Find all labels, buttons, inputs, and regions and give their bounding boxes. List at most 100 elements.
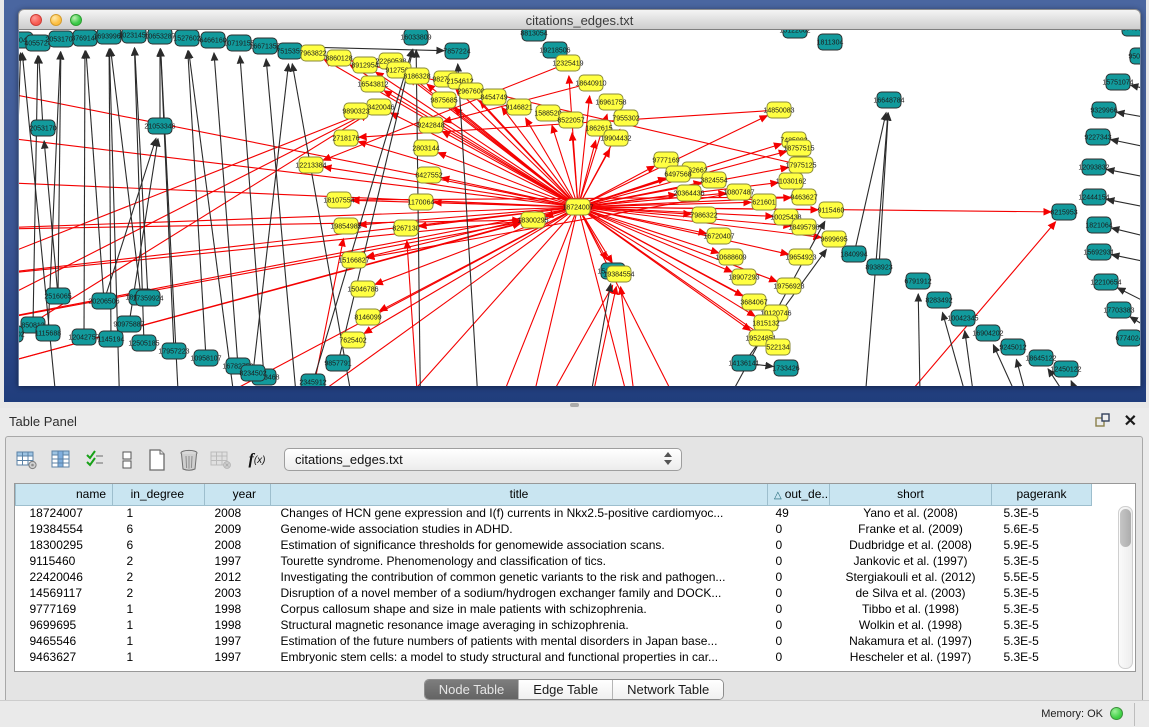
graph-node[interactable]: 9699695	[820, 231, 847, 247]
table-vertical-scrollbar[interactable]	[1118, 506, 1133, 669]
graph-node[interactable]: 9857791	[324, 355, 351, 371]
graph-node[interactable]: 12210654	[1090, 274, 1121, 290]
graph-node[interactable]: 1527602	[173, 30, 200, 46]
table-cell[interactable]: 0	[768, 521, 830, 537]
table-cell[interactable]: 9465546	[16, 633, 113, 649]
graph-node[interactable]: 2345912	[299, 374, 326, 386]
column-header-title[interactable]: title	[271, 484, 768, 505]
graph-node[interactable]: 15046786	[347, 281, 378, 297]
table-cell[interactable]: Wolkin et al. (1998)	[830, 617, 992, 633]
table-cell[interactable]: Hescheler et al. (1997)	[830, 649, 992, 665]
table-cell[interactable]: Tourette syndrome. Phenomenology and cla…	[271, 553, 768, 569]
graph-node[interactable]: 11030162	[776, 173, 807, 189]
graph-node[interactable]: 17703383	[1103, 302, 1134, 318]
table-cell[interactable]: Genome-wide association studies in ADHD.	[271, 521, 768, 537]
graph-node[interactable]: 16033809	[400, 30, 431, 45]
table-cell[interactable]: 5.3E-5	[992, 601, 1092, 617]
table-cell[interactable]: Disruption of a novel member of a sodium…	[271, 585, 768, 601]
table-cell[interactable]: 1997	[205, 633, 271, 649]
table-row[interactable]: 911546021997Tourette syndrome. Phenomeno…	[16, 553, 1092, 569]
network-graph-svg[interactable]: 9500422405572420531702376914616939964102…	[19, 30, 1141, 386]
table-cell[interactable]: 2003	[205, 585, 271, 601]
table-cell[interactable]: Embryonic stem cells: a model to study s…	[271, 649, 768, 665]
graph-node[interactable]: 10807487	[723, 184, 754, 200]
graph-node[interactable]: 16961758	[595, 94, 626, 110]
tab-node-table[interactable]: Node Table	[425, 680, 519, 699]
table-cell[interactable]: 5.3E-5	[992, 553, 1092, 569]
graph-node[interactable]: 19756928	[773, 278, 804, 294]
table-cell[interactable]: 0	[768, 617, 830, 633]
column-header-out_de[interactable]: △out_de...	[768, 484, 830, 505]
graph-node[interactable]: 20364436	[673, 185, 704, 201]
graph-node[interactable]: 17957223	[158, 343, 189, 359]
graph-node[interactable]: 9463627	[790, 189, 817, 205]
graph-node[interactable]: 974502	[1122, 30, 1141, 36]
graph-node[interactable]: 18645122	[1025, 350, 1056, 366]
table-cell[interactable]: 18300295	[16, 537, 113, 553]
graph-nodes[interactable]: 9500422405572420531702376914616939964102…	[19, 30, 1141, 386]
graph-node[interactable]: 12042757	[68, 329, 99, 345]
graph-node[interactable]: 10042345	[947, 310, 978, 326]
graph-node[interactable]: 8215953	[1050, 204, 1077, 220]
graph-node[interactable]: 18495798	[788, 219, 819, 235]
column-header-name[interactable]: name	[16, 484, 113, 505]
graph-node[interactable]: 8454749	[480, 89, 507, 105]
graph-node[interactable]: 8427552	[415, 167, 442, 183]
tab-network-table[interactable]: Network Table	[612, 680, 723, 699]
graph-node[interactable]: 20206506	[88, 293, 119, 309]
table-cell[interactable]: Stergiakouli et al. (2012)	[830, 569, 992, 585]
graph-node[interactable]: 18757515	[783, 140, 814, 156]
table-cell[interactable]: 5.3E-5	[992, 505, 1092, 521]
table-cell[interactable]: 0	[768, 649, 830, 665]
graph-node[interactable]: 621601	[752, 194, 776, 210]
graph-node[interactable]: 10688609	[715, 249, 746, 265]
table-cell[interactable]: 2012	[205, 569, 271, 585]
table-cell[interactable]: 5.3E-5	[992, 649, 1092, 665]
graph-node[interactable]: 7857224	[443, 43, 470, 59]
table-cell[interactable]: 2	[113, 553, 205, 569]
tab-edge-table[interactable]: Edge Table	[518, 680, 612, 699]
graph-node[interactable]: 15751074	[1102, 74, 1133, 90]
graph-node[interactable]: 12325419	[552, 55, 583, 71]
graph-node[interactable]: 15166827	[338, 252, 369, 268]
graph-node[interactable]: 9875685	[430, 92, 457, 108]
table-row[interactable]: 977716911998Corpus callosum shape and si…	[16, 601, 1092, 617]
graph-node[interactable]: 1170064	[408, 194, 435, 210]
table-cell[interactable]: 9463627	[16, 649, 113, 665]
table-cell[interactable]: 6	[113, 537, 205, 553]
graph-node[interactable]: 9505122	[1128, 48, 1141, 64]
graph-node[interactable]: 18724007	[562, 199, 593, 215]
splitter-grip-icon[interactable]	[570, 403, 579, 407]
table-cell[interactable]: Nakamura et al. (1997)	[830, 633, 992, 649]
table-cell[interactable]: 1	[113, 649, 205, 665]
table-cell[interactable]: 1	[113, 601, 205, 617]
table-cell[interactable]: 2	[113, 585, 205, 601]
table-row[interactable]: 2242004622012Investigating the contribut…	[16, 569, 1092, 585]
select-columns-button[interactable]	[48, 447, 74, 473]
table-cell[interactable]: 14569117	[16, 585, 113, 601]
table-cell[interactable]: 18724007	[16, 505, 113, 521]
graph-node[interactable]: 8146099	[354, 309, 381, 325]
table-cell[interactable]: Franke et al. (2009)	[830, 521, 992, 537]
graph-node[interactable]: 19384554	[603, 266, 634, 282]
graph-node[interactable]: 8813054	[520, 30, 547, 41]
table-cell[interactable]: 1997	[205, 553, 271, 569]
graph-node[interactable]: 12093832	[1078, 159, 1109, 175]
table-settings-button[interactable]	[14, 447, 40, 473]
table-cell[interactable]: de Silva et al. (2003)	[830, 585, 992, 601]
table-cell[interactable]: 0	[768, 569, 830, 585]
close-panel-icon[interactable]: ✕	[1124, 411, 1137, 431]
graph-node[interactable]: 10653287	[144, 30, 175, 44]
table-cell[interactable]: 1	[113, 505, 205, 521]
table-cell[interactable]: Tibbo et al. (1998)	[830, 601, 992, 617]
graph-node[interactable]: 6791912	[904, 273, 931, 289]
column-header-pagerank[interactable]: pagerank	[992, 484, 1092, 505]
graph-node[interactable]: 2053170	[29, 120, 56, 136]
table-cell[interactable]: 9777169	[16, 601, 113, 617]
table-cell[interactable]: 9699695	[16, 617, 113, 633]
graph-node[interactable]: 16904202	[972, 325, 1003, 341]
graph-node[interactable]: 15122602	[779, 30, 810, 38]
graph-node[interactable]: 1145194	[98, 331, 125, 347]
network-canvas[interactable]: 9500422405572420531702376914616939964102…	[18, 30, 1141, 386]
table-cell[interactable]: 2008	[205, 505, 271, 521]
